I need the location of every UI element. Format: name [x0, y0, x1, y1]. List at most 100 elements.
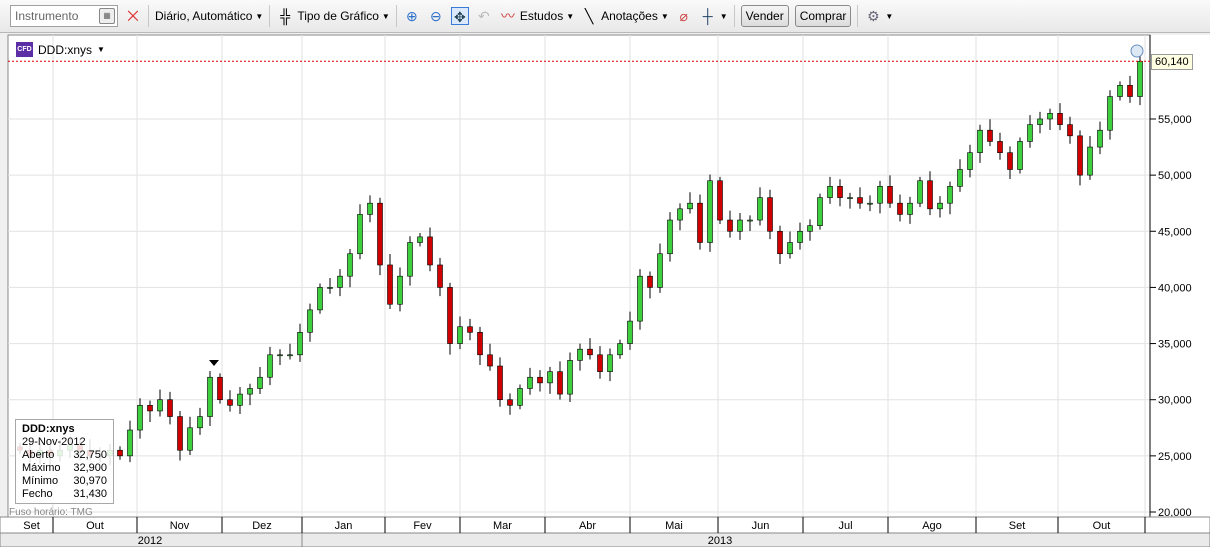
- info-value: 32,900: [73, 462, 107, 474]
- timezone-label: Fuso horário: TMG: [9, 507, 93, 518]
- cfd-badge: CFD: [16, 42, 33, 57]
- month-label: Mai: [665, 520, 683, 532]
- month-label: Jul: [838, 520, 852, 532]
- candle-down: [177, 416, 183, 451]
- candle-up: [247, 388, 253, 395]
- info-value: 30,970: [73, 475, 107, 487]
- candle-up: [547, 371, 553, 384]
- info-value: 31,430: [73, 488, 107, 500]
- candle-down: [587, 348, 593, 356]
- candle-up: [207, 376, 213, 417]
- candle-up: [277, 354, 283, 357]
- add-indicator-icon[interactable]: ⨉: [124, 7, 142, 25]
- candle-up: [237, 393, 243, 406]
- candle-down: [887, 186, 893, 204]
- candle-up: [407, 242, 413, 277]
- month-label: Jan: [335, 520, 353, 532]
- clock-icon: [1130, 44, 1144, 58]
- year-axis: [0, 532, 1210, 547]
- candle-up: [1017, 141, 1023, 170]
- candle-up: [1047, 113, 1053, 120]
- candle-up: [1027, 124, 1033, 142]
- candle-up: [137, 405, 143, 431]
- candlestick-chart[interactable]: 20,00025,00030,00035,00040,00045,00050,0…: [0, 34, 1210, 547]
- settings-dropdown[interactable]: ⚙ ▼: [864, 7, 893, 25]
- candle-down: [387, 264, 393, 305]
- month-label: Abr: [579, 520, 596, 532]
- info-value: 32,750: [73, 449, 107, 461]
- candle-up: [757, 197, 763, 221]
- month-label: Set: [23, 520, 40, 532]
- candle-up: [197, 416, 203, 429]
- candle-down: [647, 275, 653, 288]
- candle-down: [427, 236, 433, 266]
- crosshair-info-icon: ┼: [702, 8, 713, 24]
- crosshair-info-dropdown[interactable]: ┼ ▼: [699, 7, 728, 25]
- candle-up: [687, 202, 693, 210]
- studies-dropdown[interactable]: 〰 Estudos ▼: [499, 7, 574, 25]
- candle-down: [1067, 124, 1073, 137]
- candle-up: [867, 202, 873, 205]
- candle-down: [1077, 135, 1083, 176]
- y-tick-label: 35,000: [1158, 339, 1192, 351]
- candle-up: [667, 219, 673, 255]
- buy-button[interactable]: Comprar: [794, 5, 852, 27]
- candle-down: [377, 202, 383, 266]
- candle-down: [777, 230, 783, 255]
- candle-up: [287, 354, 293, 357]
- annotations-dropdown[interactable]: ╲ Anotações ▼: [580, 7, 669, 25]
- candle-up: [657, 253, 663, 288]
- undo-icon[interactable]: ↶: [475, 7, 493, 25]
- chart-type-dropdown[interactable]: ╬ Tipo de Gráfico ▼: [276, 7, 390, 25]
- candle-up: [307, 309, 313, 333]
- candle-up: [577, 348, 583, 361]
- candle-up: [637, 275, 643, 322]
- candle-up: [417, 236, 423, 243]
- instrument-input[interactable]: Instrumento ▦: [10, 5, 118, 27]
- pan-icon[interactable]: ✥: [450, 7, 469, 25]
- candle-up: [827, 186, 833, 198]
- y-tick-label: 50,000: [1158, 170, 1192, 182]
- candle-up: [847, 197, 853, 199]
- divider: [269, 5, 271, 27]
- zoom-out-icon[interactable]: ⊖: [427, 7, 445, 25]
- chevron-down-icon: ▼: [719, 11, 728, 21]
- month-label: Fev: [413, 520, 432, 532]
- info-label: Máximo: [22, 462, 61, 474]
- month-label: Mar: [493, 520, 512, 532]
- candle-down: [497, 365, 503, 401]
- candle-up: [1107, 96, 1113, 131]
- candle-down: [117, 449, 123, 457]
- period-label: Diário, Automático: [155, 9, 253, 23]
- zoom-in-icon[interactable]: ⊕: [403, 7, 421, 25]
- candle-up: [967, 152, 973, 170]
- info-label: Fecho: [22, 488, 53, 500]
- eraser-icon[interactable]: ⌀: [675, 7, 693, 25]
- divider: [148, 5, 149, 27]
- candle-up: [457, 326, 463, 344]
- info-label: Mínimo: [22, 475, 59, 487]
- period-dropdown[interactable]: Diário, Automático ▼: [155, 9, 263, 23]
- sell-button[interactable]: Vender: [740, 5, 789, 27]
- candle-up: [877, 186, 883, 204]
- candle-up: [957, 169, 963, 187]
- candle-up: [517, 388, 523, 406]
- month-label: Set: [1009, 520, 1026, 532]
- annotations-label: Anotações: [601, 9, 658, 23]
- month-label: Out: [1093, 520, 1111, 532]
- candle-up: [527, 376, 533, 389]
- chevron-down-icon: ▼: [660, 11, 669, 21]
- info-symbol: DDD:xnys: [22, 423, 75, 435]
- candle-down: [997, 141, 1003, 153]
- instrument-selector[interactable]: CFD DDD:xnys ▼: [16, 42, 105, 57]
- candle-up: [787, 242, 793, 255]
- month-label: Ago: [922, 520, 942, 532]
- instrument-picker-icon[interactable]: ▦: [99, 8, 115, 24]
- divider: [857, 5, 859, 27]
- candle-up: [1037, 118, 1043, 125]
- candle-down: [697, 202, 703, 243]
- candle-down: [1007, 152, 1013, 170]
- candle-down: [217, 376, 223, 401]
- chevron-down-icon: ▼: [381, 11, 390, 21]
- chevron-down-icon: ▼: [885, 11, 894, 21]
